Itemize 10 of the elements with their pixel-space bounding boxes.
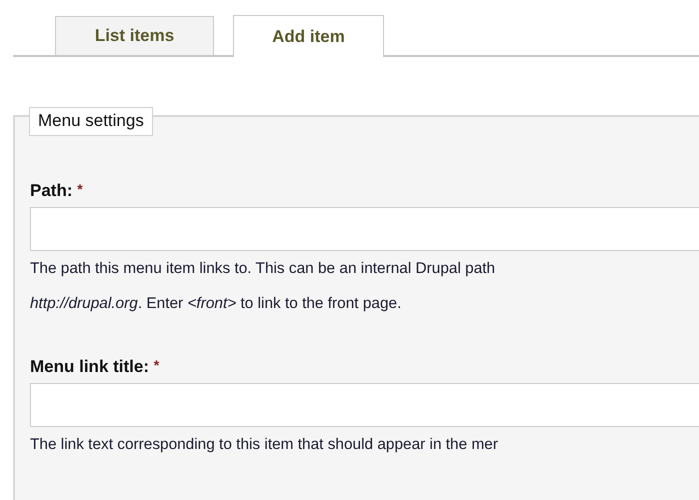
field-description: http://drupal.org. Enter <front> to link to the front page. bbox=[30, 294, 402, 314]
field-label: Path: * bbox=[30, 181, 84, 201]
field-description: The link text corresponding to this item that should appear in the mer bbox=[30, 435, 499, 455]
field-description: The path this menu item links to. This can be an internal Drupal path bbox=[30, 259, 496, 279]
tab[interactable]: Add item bbox=[233, 15, 384, 57]
field-label: Menu link title: * bbox=[30, 357, 160, 377]
fieldset-legend: Menu settings bbox=[29, 107, 153, 136]
input-field[interactable] bbox=[30, 207, 699, 251]
input-field[interactable] bbox=[30, 383, 699, 427]
tab[interactable]: List items bbox=[55, 16, 214, 55]
